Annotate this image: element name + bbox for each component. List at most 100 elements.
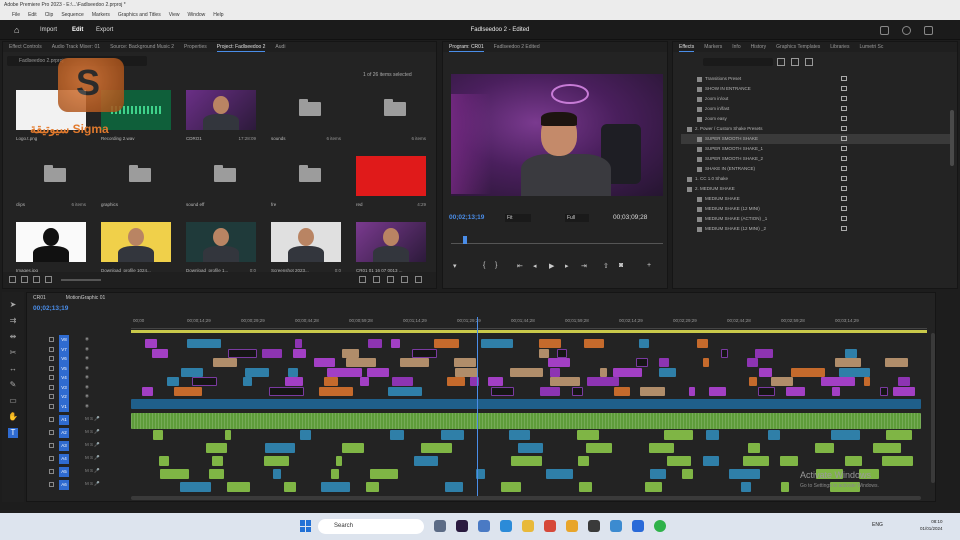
trash-icon[interactable] [415,276,422,283]
audio-track-header[interactable]: A3 M S 🎤 [27,439,131,453]
automate-icon[interactable] [359,276,366,283]
tab-lumetri[interactable]: Lumetri Sc [859,42,883,52]
video-clip[interactable] [367,367,389,377]
audio-clip[interactable] [331,469,339,479]
marker-icon[interactable]: ▾ [453,262,457,270]
video-clip[interactable] [613,367,642,377]
new-bin-icon[interactable] [387,276,394,283]
audio-clip[interactable] [682,469,693,479]
program-timecode[interactable]: 00;02;13;19 [449,214,484,221]
video-clip[interactable] [614,386,630,396]
track-mute-solo-icon[interactable]: M S 🎤 [85,416,100,422]
lift-icon[interactable]: ⇧ [603,262,609,270]
video-clip[interactable] [488,377,503,386]
video-clip[interactable] [548,358,570,367]
zoom-select[interactable]: Fit [505,214,531,222]
audio-clip[interactable] [159,456,169,466]
menu-item-view[interactable]: View [169,10,180,20]
menu-item-help[interactable]: Help [213,10,223,20]
effects-item[interactable]: MEDIUM SHAKE (12 MINI) [681,204,951,214]
audio-clip[interactable] [649,443,674,453]
effects-item[interactable]: Transitions Preset [681,74,951,84]
timeline-playhead[interactable] [477,317,478,497]
video-clip[interactable] [510,367,543,377]
yuv-filter-icon[interactable] [805,58,813,66]
audio-clip[interactable] [729,469,760,479]
lock-icon[interactable] [9,276,16,283]
mark-in-icon[interactable]: { [483,262,485,269]
tab-program[interactable]: Program: CR01 [449,42,484,52]
taskbar-search-input[interactable]: Search [318,519,424,534]
project-item[interactable]: sounds 6 items [266,90,346,152]
slip-tool-icon[interactable]: ↔ [8,364,18,374]
tab-effects[interactable]: Effects [679,42,695,52]
track-lock-icon[interactable] [49,375,54,380]
explorer-app-icon[interactable] [566,520,578,532]
project-item[interactable]: clips 6 items [11,156,91,218]
track-lock-icon[interactable] [49,346,54,352]
track-lock-icon[interactable] [49,482,54,487]
premiere-app-icon[interactable] [456,520,468,532]
project-item[interactable]: graphics [96,156,176,218]
project-item[interactable]: 6 items [351,90,431,152]
video-clip[interactable] [697,339,708,348]
project-item[interactable]: CDRO1 17:28:09 [181,90,261,152]
track-mute-solo-icon[interactable]: M S 🎤 [85,468,100,474]
video-clip[interactable] [550,377,580,386]
effects-item[interactable]: SUPER SMOOTH SHAKE_2 [681,154,951,164]
video-clip[interactable] [639,339,649,348]
track-visibility-icon[interactable]: ◉ [85,346,89,352]
video-clip[interactable] [243,377,252,386]
video-clip[interactable] [288,367,298,377]
audio-clip[interactable] [831,430,860,440]
video-clip[interactable] [213,358,237,367]
audio-clip[interactable] [421,443,452,453]
folder-app-icon[interactable] [522,520,534,532]
effects-scrollbar[interactable] [950,110,954,166]
video-clip[interactable] [491,386,514,396]
video-clip[interactable] [835,358,861,367]
tab-sequence-motion[interactable]: MotionGraphic 01 [66,295,105,301]
tab-history[interactable]: History [751,42,767,52]
timeline-horizontal-scrollbar[interactable] [131,496,921,500]
clock[interactable]: 08:10 01/01/2024 [920,518,943,532]
audio-clip[interactable] [664,430,693,440]
video-clip[interactable] [342,348,359,358]
effects-item[interactable]: SHOW IN ENTRANCE [681,84,951,94]
audio-track-header[interactable]: A1 M S 🎤 [27,413,131,427]
audio-clip[interactable] [180,482,211,492]
track-lock-icon[interactable] [49,394,54,399]
audio-clip[interactable] [206,443,227,453]
video-clip[interactable] [759,367,772,377]
video-clip[interactable] [709,386,726,396]
effects-item[interactable]: MEDIUM SHAKE (ACTION) _1 [681,214,951,224]
video-clip[interactable] [845,348,857,358]
windows-start-icon[interactable] [300,520,312,532]
freeform-view-icon[interactable] [45,276,52,283]
type-tool-icon[interactable]: T [8,428,18,438]
video-clip[interactable] [659,367,676,377]
workspace-export[interactable]: Export [96,24,113,36]
track-lock-icon[interactable] [49,356,54,361]
video-clip[interactable] [572,386,583,396]
home-icon[interactable]: ⌂ [14,25,24,35]
tab-project[interactable]: Project: Fadlseedoo 2 [216,42,266,52]
video-clip[interactable] [539,339,561,348]
audio-clip[interactable] [264,456,289,466]
video-clip[interactable] [455,367,478,377]
tab-info[interactable]: Info [732,42,740,52]
audio-clip-main[interactable] [131,413,921,429]
audio-clip[interactable] [321,482,350,492]
video-clip[interactable] [689,386,695,396]
video-track-header[interactable]: V1 ◉ [27,400,131,414]
video-clip[interactable] [285,377,303,386]
chrome-app-icon[interactable] [544,520,556,532]
video-clip[interactable] [400,358,429,367]
video-clip[interactable] [269,386,304,396]
audio-clip[interactable] [577,430,599,440]
video-clip[interactable] [481,339,513,348]
effects-item[interactable]: 1. CC 1.0 Shake [681,174,951,184]
tab-libraries[interactable]: Libraries [830,42,849,52]
video-clip[interactable] [245,367,269,377]
track-visibility-icon[interactable]: ◉ [85,403,89,409]
